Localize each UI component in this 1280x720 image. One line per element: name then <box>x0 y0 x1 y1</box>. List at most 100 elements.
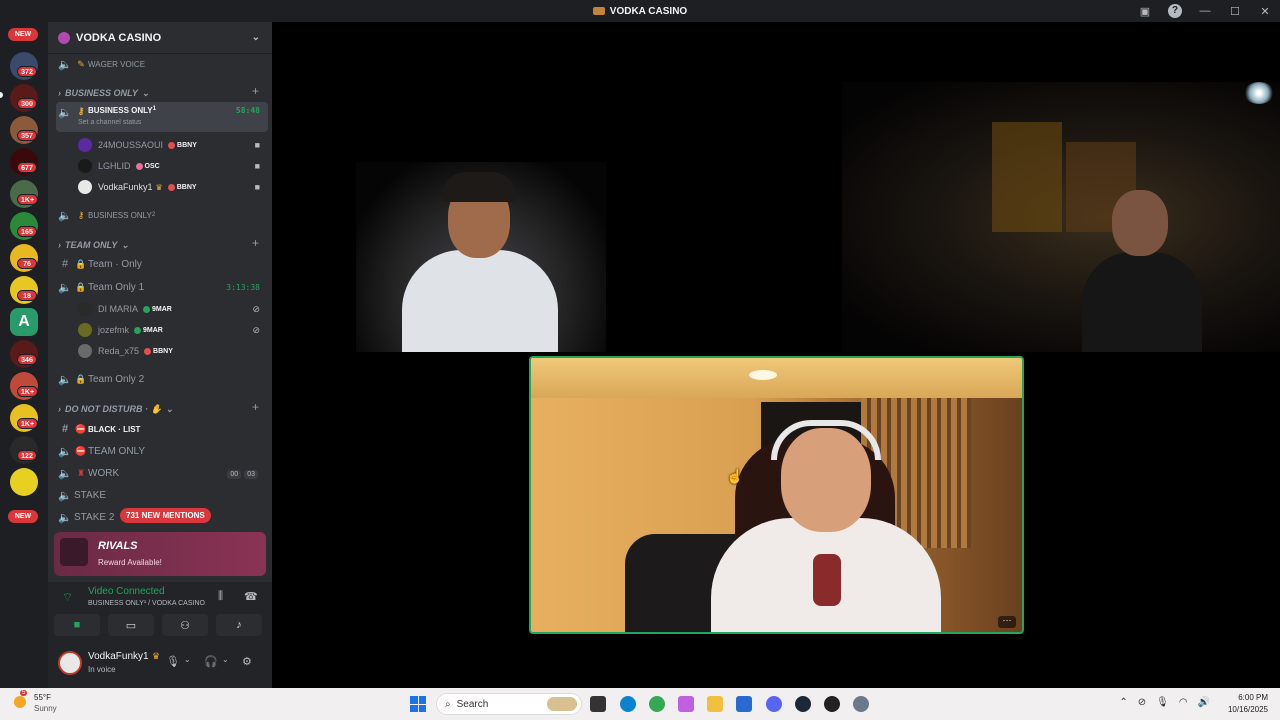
voice-user[interactable]: 24MOUSSAOUI BBNY ■ <box>78 135 264 155</box>
channel-label: Team Only 1 <box>88 281 145 293</box>
channel-business-only-active[interactable]: 🔈 ⚷ BUSINESS ONLY 1 58:48 Set a channel … <box>56 102 268 132</box>
clock-date: 10/16/2025 <box>1227 705 1268 714</box>
chrome-icon[interactable] <box>649 696 665 712</box>
add-channel-icon[interactable]: + <box>252 236 259 250</box>
settings-icon[interactable] <box>853 696 869 712</box>
voice-user[interactable]: DI MARIA 9MAR ⊘ <box>78 299 264 319</box>
channel-team-only-1[interactable]: 🔈 🔒 Team Only 1 3:13:38 <box>56 277 268 297</box>
channel-team-only-2[interactable]: 🔈 🔒 Team Only 2 <box>56 369 268 389</box>
participant-figure <box>1082 252 1202 352</box>
channel-work[interactable]: 🔈 ♜ WORK 00 03 <box>56 463 268 483</box>
taskbar-clock[interactable]: 6:00 PM 10/16/2025 <box>1228 692 1268 716</box>
voice-user[interactable]: Reda_x75 BBNY <box>78 341 264 361</box>
soundboard-button[interactable]: ♪ <box>216 614 262 636</box>
guild-header[interactable]: VODKA CASINO ⌄ <box>48 22 272 54</box>
screenshare-button[interactable]: ▭ <box>108 614 154 636</box>
minimize-button[interactable]: — <box>1190 5 1220 17</box>
chevron-up-icon[interactable]: ⌃ <box>1119 697 1127 708</box>
voice-user[interactable]: LGHLID OSC ■ <box>78 156 264 176</box>
steam-icon[interactable] <box>795 696 811 712</box>
store-icon[interactable] <box>736 696 752 712</box>
avatar[interactable] <box>58 651 82 675</box>
category-dnd[interactable]: › DO NOT DISTURB · ✋ ⌄ <box>58 402 173 416</box>
server-icon[interactable] <box>10 468 38 496</box>
file-explorer-icon[interactable] <box>707 696 723 712</box>
channel-team-text[interactable]: # 🔒 Team · Only <box>56 254 268 274</box>
channel-label: Team Only 2 <box>88 373 145 385</box>
voice-timer: 3:13:38 <box>226 282 260 292</box>
participant-face <box>1112 190 1168 256</box>
microphone-icon[interactable]: 🎙 <box>166 655 180 668</box>
crown-icon: ♛ <box>155 182 163 192</box>
channel-black-list[interactable]: # ⛔ BLACK · LIST <box>56 419 268 439</box>
rivals-promo[interactable]: RIVALS Reward Available! <box>54 532 266 576</box>
avatar <box>78 302 92 316</box>
video-tile[interactable] <box>356 162 606 352</box>
channel-business-only-2[interactable]: 🔈 ⚷ BUSINESS ONLY 2 <box>56 205 268 225</box>
inbox-icon[interactable]: ▣ <box>1130 5 1160 18</box>
disconnect-icon[interactable]: ☎ <box>244 590 258 603</box>
network-off-icon[interactable]: ⊘ <box>1138 697 1146 708</box>
speaker-icon: 🔈 <box>58 373 72 386</box>
maximize-button[interactable]: ☐ <box>1220 5 1250 18</box>
search-label: Search <box>456 698 489 710</box>
signal-icon[interactable]: ⌔ <box>62 590 73 605</box>
wifi-icon[interactable]: ◠ <box>1179 697 1188 708</box>
title-bar: VODKA CASINO ▣ ? — ☐ ✕ <box>0 0 1280 22</box>
category-label: BUSINESS ONLY <box>65 88 138 98</box>
close-button[interactable]: ✕ <box>1250 5 1280 18</box>
system-tray: ⌃ ⊘ 🎙 ◠ 🔊 <box>1119 697 1210 708</box>
channel-label: BLACK · LIST <box>88 424 141 434</box>
headphones-icon[interactable]: 🎧 <box>204 655 218 668</box>
channel-status[interactable]: Set a channel status <box>78 119 141 126</box>
guild-icon <box>58 31 70 44</box>
voice-panel: ⌔ Video Connected BUSINESS ONLY¹ / VODKA… <box>48 582 272 646</box>
channel-sup: 1 <box>152 106 156 112</box>
add-channel-icon[interactable]: + <box>252 84 259 98</box>
windows-start-icon[interactable] <box>410 696 426 712</box>
more-options-icon[interactable]: ··· <box>998 616 1016 628</box>
server-icon[interactable]: A <box>10 308 38 336</box>
chevron-down-icon[interactable]: ⌄ <box>184 655 191 664</box>
voice-status[interactable]: Video Connected <box>88 586 165 597</box>
voice-channel[interactable]: BUSINESS ONLY¹ / VODKA CASINO <box>88 600 205 607</box>
server-badge: 18 <box>17 290 37 301</box>
copilot-icon[interactable] <box>678 696 694 712</box>
discord-icon[interactable] <box>766 696 782 712</box>
server-badge: 76 <box>17 258 37 269</box>
channel-team-only-caps[interactable]: 🔈 ⛔ TEAM ONLY <box>56 441 268 461</box>
activity-button[interactable]: ⚇ <box>162 614 208 636</box>
new-mentions-pill[interactable]: 731 NEW MENTIONS <box>120 508 211 523</box>
taskbar-search[interactable]: ⌕ Search <box>436 693 582 715</box>
camera-button[interactable]: ■ <box>54 614 100 636</box>
help-icon[interactable]: ? <box>1168 4 1182 18</box>
chevron-down-icon[interactable]: ⌄ <box>252 32 260 43</box>
avatar <box>78 180 92 194</box>
user-name[interactable]: VodkaFunky1 <box>88 651 149 662</box>
channel-label: STAKE 2 <box>74 511 115 523</box>
microphone-icon[interactable]: 🎙 <box>1156 697 1169 708</box>
search-icon: ⌕ <box>445 698 451 710</box>
clock-time: 6:00 PM <box>1238 693 1268 702</box>
channel-stake[interactable]: 🔈 STAKE <box>56 485 268 505</box>
video-tile[interactable] <box>842 82 1280 352</box>
voice-user[interactable]: jozefmk 9MAR ⊘ <box>78 320 264 340</box>
category-team[interactable]: › TEAM ONLY ⌄ <box>58 238 129 252</box>
chevron-down-icon[interactable]: ⌄ <box>222 655 229 664</box>
obs-icon[interactable] <box>824 696 840 712</box>
app-logo-icon <box>592 7 605 15</box>
channel-wager-voice[interactable]: 🔈 ✎ WAGER VOICE <box>56 54 268 74</box>
gear-icon[interactable]: ⚙ <box>242 655 252 668</box>
volume-icon[interactable]: 🔊 <box>1198 697 1210 708</box>
noise-suppression-icon[interactable]: ⫼ <box>218 590 223 603</box>
category-business[interactable]: › BUSINESS ONLY ⌄ <box>58 86 149 100</box>
username: DI MARIA <box>98 304 139 314</box>
add-channel-icon[interactable]: + <box>252 400 259 414</box>
category-label: TEAM ONLY <box>65 240 118 250</box>
task-view-icon[interactable] <box>590 696 606 712</box>
video-icon: ■ <box>254 140 260 150</box>
user-limit: 03 <box>244 469 258 479</box>
focused-video-tile[interactable]: ··· <box>529 356 1024 634</box>
edge-icon[interactable] <box>620 696 636 712</box>
voice-user[interactable]: VodkaFunky1 ♛ BBNY ■ <box>78 177 264 197</box>
